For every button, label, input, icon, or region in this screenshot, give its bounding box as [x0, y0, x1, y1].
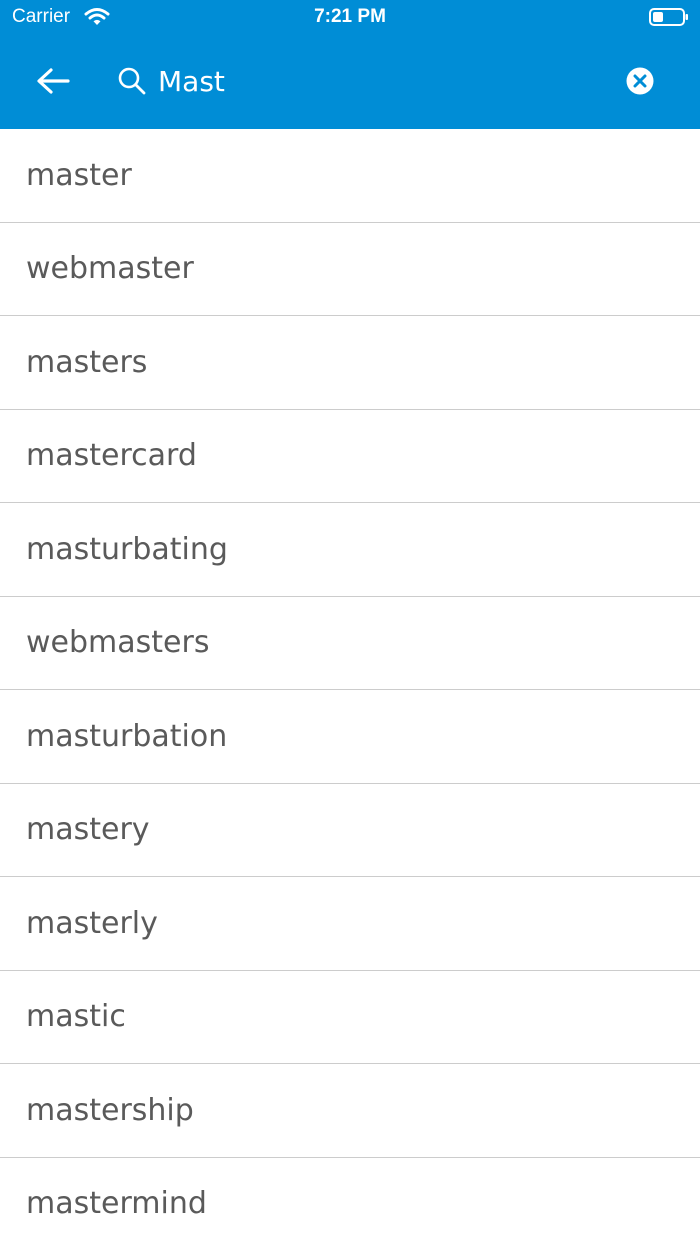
clock: 7:21 PM — [314, 6, 386, 27]
suggestion-label: master — [26, 157, 132, 193]
search-input[interactable] — [158, 60, 598, 102]
suggestion-label: mastic — [26, 999, 126, 1035]
suggestion-item[interactable]: webmasters — [0, 597, 700, 690]
battery-icon — [649, 8, 688, 26]
suggestion-item[interactable]: webmaster — [0, 223, 700, 316]
arrow-left-icon — [37, 68, 70, 94]
suggestion-item[interactable]: mastercard — [0, 410, 700, 503]
search-toolbar — [0, 44, 700, 118]
header: Carrier 7:21 PM — [0, 0, 700, 129]
suggestion-list: master webmaster masters mastercard mast… — [0, 129, 700, 1244]
app-screen: Carrier 7:21 PM Mast master webmaster ma… — [0, 0, 700, 1244]
suggestion-item[interactable]: mastic — [0, 971, 700, 1064]
suggestion-label: mastercard — [26, 438, 197, 474]
suggestion-label: mastermind — [26, 1186, 207, 1222]
suggestion-label: masturbation — [26, 718, 228, 754]
suggestion-label: masturbating — [26, 531, 228, 567]
back-button[interactable] — [30, 62, 76, 100]
suggestion-label: mastership — [26, 1092, 194, 1128]
search-icon — [118, 67, 146, 95]
suggestion-item[interactable]: mastery — [0, 784, 700, 877]
suggestion-label: webmasters — [26, 625, 210, 661]
suggestion-label: masterly — [26, 905, 158, 941]
clear-search-button[interactable] — [624, 65, 656, 97]
suggestion-label: masters — [26, 344, 148, 380]
status-bar: Carrier 7:21 PM — [0, 0, 700, 36]
suggestion-item[interactable]: master — [0, 129, 700, 223]
suggestion-item[interactable]: masturbating — [0, 503, 700, 597]
suggestion-item[interactable]: mastership — [0, 1064, 700, 1158]
suggestion-item[interactable]: masturbation — [0, 690, 700, 784]
suggestion-item[interactable]: masters — [0, 316, 700, 410]
suggestion-item[interactable]: mastermind — [0, 1158, 700, 1244]
suggestion-label: mastery — [26, 812, 150, 848]
suggestion-item[interactable]: masterly — [0, 877, 700, 971]
suggestion-label: webmaster — [26, 251, 194, 287]
